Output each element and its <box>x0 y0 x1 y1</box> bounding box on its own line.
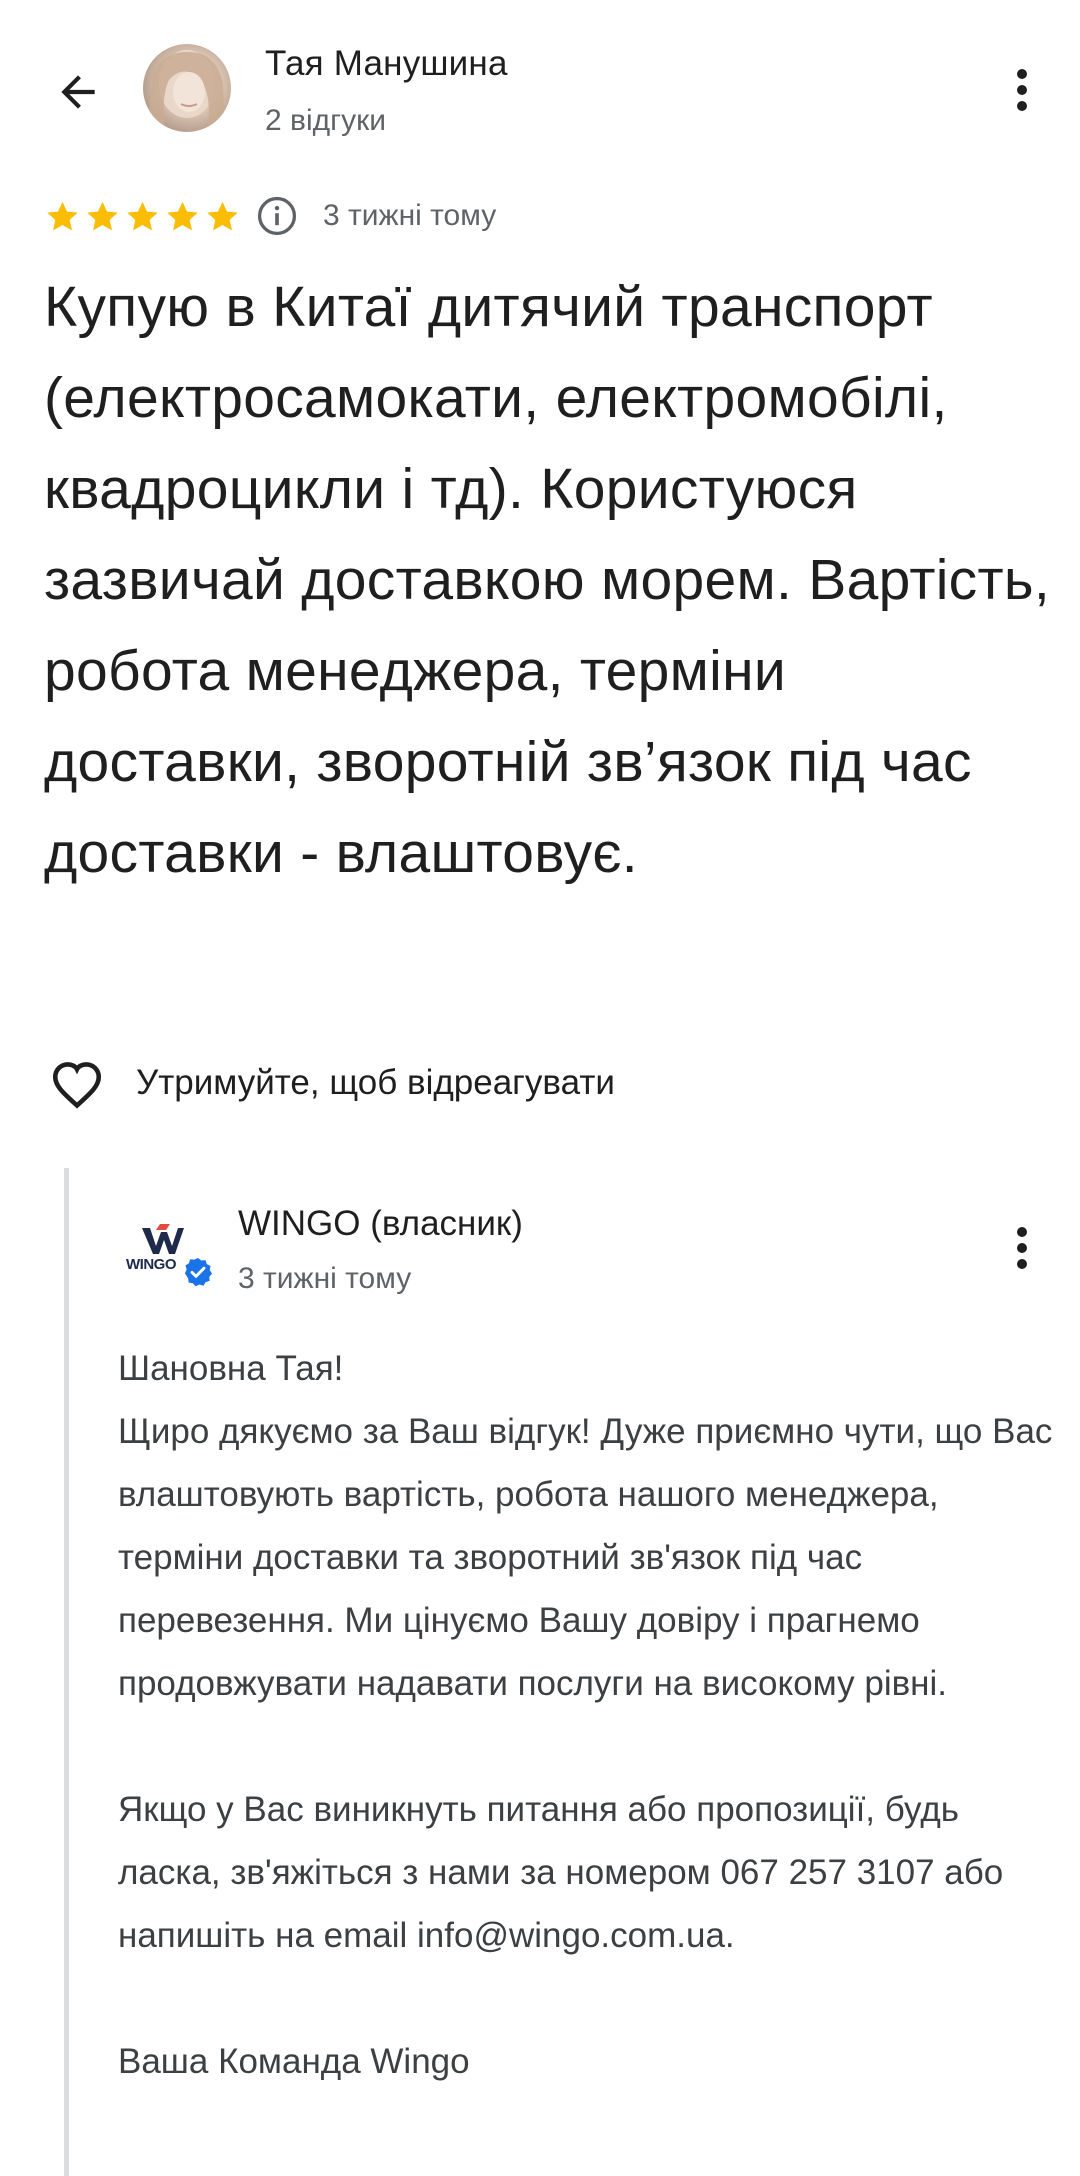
owner-reply-date: 3 тижні тому <box>238 1262 412 1295</box>
star-icon <box>127 201 158 230</box>
owner-name[interactable]: WINGO (власник) <box>238 1204 523 1244</box>
react-button[interactable]: Утримуйте, щоб відреагувати <box>48 1053 615 1113</box>
reply-paragraph: Якщо у Вас виникнуть питання або пропози… <box>118 1790 1004 1955</box>
owner-reply-text: Шановна Тая! Щиро дякуємо за Ваш відгук!… <box>118 1337 1054 2093</box>
reviewer-avatar[interactable] <box>143 44 231 132</box>
reply-signature: Ваша Команда Wingo <box>118 2042 470 2081</box>
star-icon <box>87 201 118 230</box>
back-button[interactable] <box>38 52 118 132</box>
react-label: Утримуйте, щоб відреагувати <box>136 1063 615 1102</box>
review-date: 3 тижні тому <box>323 199 497 232</box>
reviewer-name[interactable]: Тая Манушина <box>265 44 508 84</box>
more-vert-icon <box>1017 69 1027 111</box>
info-icon <box>257 196 297 236</box>
owner-more-options-button[interactable] <box>992 1208 1052 1288</box>
rating-row: 3 тижні тому <box>44 194 496 238</box>
reply-greeting: Шановна Тая! <box>118 1349 344 1388</box>
verified-badge-icon <box>184 1258 212 1287</box>
reviewer-header: Тая Манушина 2 відгуки <box>0 0 1080 180</box>
reviewer-review-count: 2 відгуки <box>265 104 386 137</box>
review-text: Купую в Китаї дитячий транспорт (електро… <box>44 275 1051 885</box>
reply-divider <box>64 1168 69 2176</box>
more-options-button[interactable] <box>992 50 1052 130</box>
info-button[interactable] <box>255 194 299 238</box>
more-vert-icon <box>1017 1227 1027 1269</box>
wingo-logo-mark <box>142 1224 184 1254</box>
star-icon <box>167 201 198 230</box>
heart-outline-icon <box>52 1062 102 1109</box>
avatar-photo <box>147 50 225 132</box>
owner-avatar[interactable]: WINGO <box>120 1204 216 1300</box>
star-icon <box>207 201 238 230</box>
star-rating <box>44 198 241 235</box>
reply-paragraph: Щиро дякуємо за Ваш відгук! Дуже приємно… <box>118 1412 1053 1703</box>
star-icon <box>47 201 78 230</box>
review-detail-page: Тая Манушина 2 відгуки 3 тижні тому Купу… <box>0 0 1080 2176</box>
arrow-left-icon <box>61 75 95 109</box>
owner-logo-text: WINGO <box>126 1256 177 1273</box>
